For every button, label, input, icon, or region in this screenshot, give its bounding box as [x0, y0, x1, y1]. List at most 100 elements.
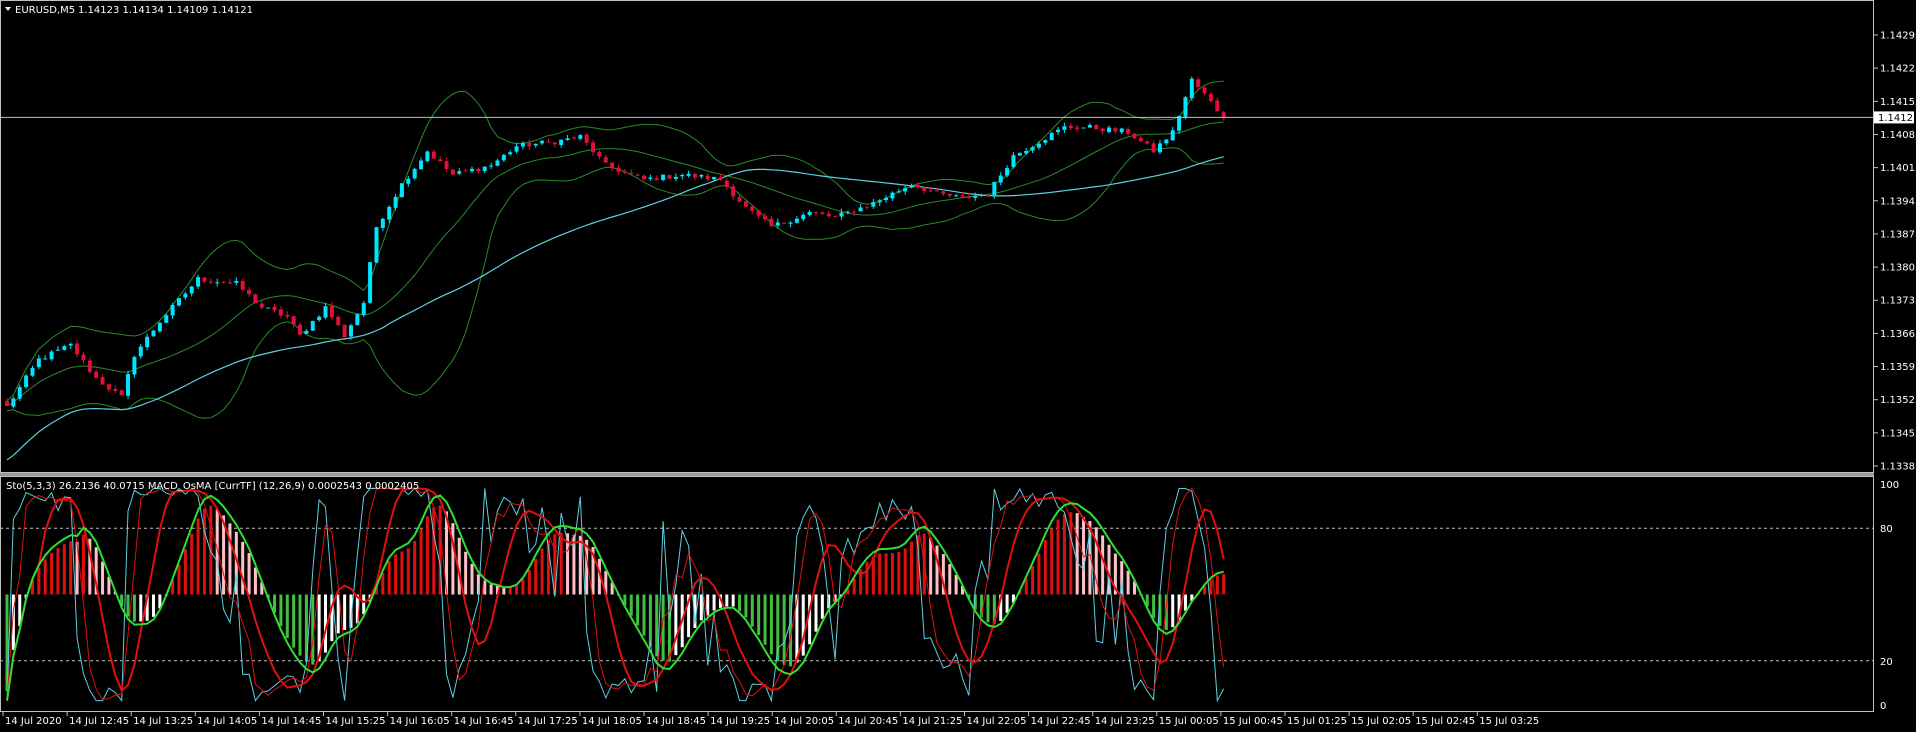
candle: [1049, 132, 1054, 141]
time-tick-label: 15 Jul 02:45: [1415, 716, 1475, 727]
candle: [954, 193, 959, 197]
candle: [1170, 126, 1175, 141]
candle: [100, 374, 105, 385]
candle: [763, 212, 768, 222]
time-tick-label: 15 Jul 02:05: [1351, 716, 1411, 727]
candle: [584, 132, 589, 146]
candle: [884, 195, 889, 203]
histogram-bar: [400, 551, 404, 595]
time-tick-label: 14 Jul 14:45: [261, 716, 321, 727]
histogram-bar: [1069, 512, 1073, 595]
bollinger-mid-line: [6, 121, 1224, 407]
histogram-bar: [1056, 519, 1060, 595]
histogram-bar: [534, 558, 538, 595]
candle: [629, 169, 634, 175]
candle: [1208, 91, 1213, 103]
histogram-bar: [508, 587, 512, 595]
candle: [820, 211, 825, 215]
histogram-bar: [699, 594, 703, 621]
histogram-bar: [394, 554, 398, 595]
candle: [310, 320, 315, 332]
histogram-bar: [750, 594, 754, 627]
candle: [998, 172, 1003, 186]
price-tick-label: 1.13805: [1880, 263, 1916, 274]
histogram-bar: [1031, 565, 1035, 595]
histogram-bar: [1005, 594, 1009, 613]
candle: [119, 389, 124, 396]
main-chart-frame: [0, 0, 1874, 473]
time-tick-label: 14 Jul 17:25: [518, 716, 578, 727]
candle: [431, 150, 436, 159]
oscillator-tick-label: 80: [1880, 524, 1893, 535]
histogram-bar: [152, 594, 156, 617]
symbol-header[interactable]: EURUSD,M5 1.14123 1.14134 1.14109 1.1412…: [5, 5, 253, 16]
candle: [1062, 122, 1067, 134]
candle: [317, 315, 322, 322]
candle: [227, 278, 232, 285]
candle: [138, 343, 143, 360]
histogram-bar: [413, 540, 417, 595]
histogram-bar: [132, 594, 136, 622]
moving-average: [6, 156, 1224, 461]
histogram-bar: [910, 541, 914, 595]
candle: [947, 193, 952, 198]
stochastic-main-line: [6, 487, 1225, 701]
candle: [266, 307, 271, 309]
candle: [240, 278, 245, 292]
histogram-bar: [196, 518, 200, 595]
histogram-bar: [406, 548, 410, 595]
histogram-bar: [814, 594, 818, 632]
histogram-bar: [948, 564, 952, 595]
dropdown-triangle-icon[interactable]: [5, 7, 11, 11]
time-tick-label: 14 Jul 23:25: [1095, 716, 1155, 727]
candle: [43, 355, 48, 360]
candle: [132, 355, 137, 378]
candle: [1177, 115, 1182, 135]
candle: [610, 162, 615, 172]
histogram-bar: [1222, 573, 1226, 595]
histogram-bar: [298, 594, 302, 656]
price-tick-label: 1.13455: [1880, 428, 1916, 439]
candle: [813, 211, 818, 217]
histogram-bar: [744, 594, 748, 618]
candle: [1189, 76, 1194, 102]
candle: [11, 396, 16, 409]
candle: [1119, 127, 1124, 135]
histogram-bar: [757, 594, 761, 635]
histogram-bar: [279, 594, 283, 627]
candle: [782, 222, 787, 224]
candle: [1215, 97, 1220, 112]
histogram-bar: [1037, 553, 1041, 595]
histogram-bar: [81, 534, 85, 595]
stochastic-smooth-line: [6, 487, 1225, 701]
candle: [444, 157, 449, 172]
candle: [24, 374, 29, 389]
candle: [189, 285, 194, 297]
candle: [654, 175, 659, 181]
oscillator-tick-label: 0: [1880, 701, 1886, 712]
candle: [399, 183, 404, 198]
candle: [661, 174, 666, 182]
ohlc-label: 1.14123 1.14134 1.14109 1.14121: [78, 5, 253, 16]
price-tick-label: 1.14015: [1880, 163, 1916, 174]
candlesticks: [5, 76, 1226, 409]
histogram-bar: [527, 570, 531, 595]
candle: [298, 322, 303, 337]
candle: [176, 297, 181, 307]
histogram-bar: [903, 548, 907, 595]
histogram-bar: [674, 594, 678, 656]
candle: [157, 321, 162, 333]
histogram-bar: [247, 553, 251, 595]
stochastic-fast-line: [6, 487, 1225, 703]
candle: [890, 191, 895, 202]
trading-chart[interactable]: 1.14295 1.14225 1.14155 1.14085 1.14015 1.139…: [0, 0, 1916, 732]
candle: [62, 344, 67, 351]
candle: [1011, 151, 1016, 169]
histogram-bar: [738, 594, 742, 612]
price-tick-label: 1.14085: [1880, 130, 1916, 141]
candle: [380, 217, 385, 232]
time-tick-label: 14 Jul 14:05: [197, 716, 257, 727]
oscillator-tick-label: 20: [1880, 657, 1893, 668]
candle: [126, 370, 131, 399]
time-tick-label: 14 Jul 16:05: [390, 716, 450, 727]
